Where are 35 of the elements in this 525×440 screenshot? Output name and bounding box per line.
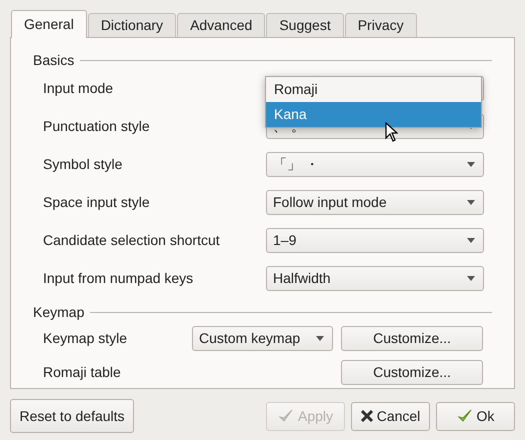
ok-button[interactable]: Ok xyxy=(436,402,515,430)
menu-item[interactable]: Romaji xyxy=(266,77,481,102)
field-label: Punctuation style xyxy=(43,116,151,136)
field-label: Space input style xyxy=(43,192,151,212)
field-label: Candidate selection shortcut xyxy=(43,230,221,250)
check-icon xyxy=(278,408,294,424)
dropdown[interactable]: Halfwidth xyxy=(266,266,484,290)
field-label: Symbol style xyxy=(43,154,124,174)
tab[interactable]: Suggest xyxy=(266,13,344,37)
dropdown[interactable]: 1–9 xyxy=(266,228,484,252)
check-icon xyxy=(456,408,473,424)
field-label: Keymap style xyxy=(43,328,128,348)
field-label: Input mode xyxy=(43,78,114,98)
tab[interactable]: Dictionary xyxy=(88,13,176,37)
caret-icon xyxy=(467,276,475,280)
customize-button[interactable]: Customize... xyxy=(341,360,483,384)
section-title: Keymap xyxy=(33,302,86,322)
caret-icon xyxy=(467,200,475,204)
close-icon xyxy=(360,410,373,422)
dropdown[interactable]: Custom keymap xyxy=(192,326,333,350)
menu-item[interactable]: Kana xyxy=(266,102,481,127)
dropdown[interactable]: Follow input mode xyxy=(266,190,484,214)
reset-button[interactable]: Reset to defaults xyxy=(10,399,134,433)
caret-icon xyxy=(467,162,475,166)
customize-button[interactable]: Customize... xyxy=(341,326,483,350)
section-title: Basics xyxy=(33,50,76,70)
field-label: Romaji table xyxy=(43,362,122,382)
caret-icon xyxy=(316,336,324,340)
tab[interactable]: Advanced xyxy=(177,13,266,37)
caret-icon xyxy=(467,238,475,242)
cancel-button[interactable]: Cancel xyxy=(351,402,430,430)
dropdown[interactable]: 「」 ・ xyxy=(266,152,484,176)
tab[interactable]: Privacy xyxy=(344,13,417,37)
field-label: Input from numpad keys xyxy=(43,268,194,288)
tab[interactable]: General xyxy=(11,10,87,38)
